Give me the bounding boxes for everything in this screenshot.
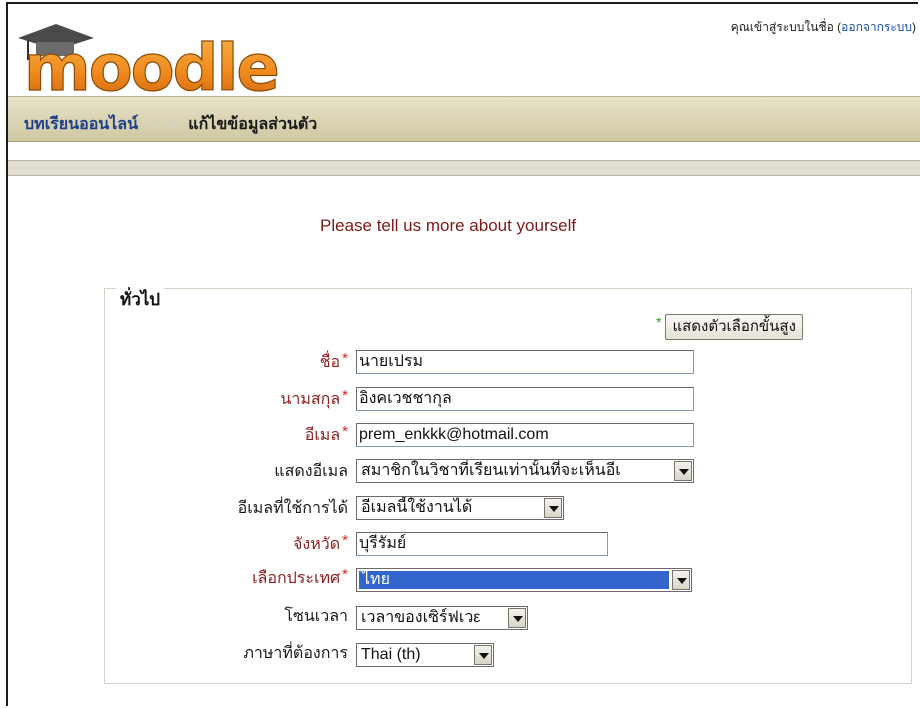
required-star-icon: * xyxy=(342,532,348,549)
breadcrumb-current: แก้ไขข้อมูลส่วนตัว xyxy=(188,116,318,133)
required-star-icon: * xyxy=(342,350,348,367)
email-label-text: อีเมล xyxy=(304,427,341,444)
lang-select[interactable]: Thai (th) xyxy=(356,643,494,667)
breadcrumb-home-link[interactable]: บทเรียนออนไลน์ xyxy=(24,116,138,133)
login-text: คุณเข้าสู่ระบบในชื่อ ( xyxy=(730,20,842,34)
city-label-text: จังหวัด xyxy=(293,536,341,553)
breadcrumb: บทเรียนออนไลน์ ► ► แก้ไขข้อมูลส่วนตัว xyxy=(24,112,317,137)
country-label: เลือกประเทศ * xyxy=(252,566,348,591)
logout-link[interactable]: ออกจากระบบ xyxy=(841,20,912,34)
advanced-options: * แสดงตัวเลือกขั้นสูง xyxy=(656,314,803,340)
show-advanced-button[interactable]: แสดงตัวเลือกขั้นสูง xyxy=(665,314,803,340)
advanced-star-icon: * xyxy=(656,314,662,330)
country-value: ไทย xyxy=(359,571,669,589)
lastname-label: นามสกุล * xyxy=(280,387,348,412)
required-star-icon: * xyxy=(342,423,348,440)
country-label-text: เลือกประเทศ xyxy=(252,570,341,587)
dropdown-arrow-icon[interactable] xyxy=(674,461,692,481)
dropdown-arrow-icon[interactable] xyxy=(544,498,562,518)
lastname-label-text: นามสกุล xyxy=(280,391,341,408)
svg-text:moodle: moodle xyxy=(24,32,278,96)
timezone-value: เวลาของเซิร์ฟเวε xyxy=(361,609,481,626)
lastname-input[interactable]: อิงคเวชชากุล xyxy=(356,387,694,411)
lang-label: ภาษาที่ต้องการ xyxy=(243,645,348,662)
city-input[interactable]: บุรีรัมย์ xyxy=(356,532,608,556)
dropdown-arrow-icon[interactable] xyxy=(508,608,526,628)
dropdown-arrow-icon[interactable] xyxy=(474,645,492,665)
maildisplay-value: สมาชิกในวิชาที่เรียนเท่านั้นที่จะเห็นอีเ xyxy=(361,462,621,479)
navbar: บทเรียนออนไลน์ ► ► แก้ไขข้อมูลส่วนตัว xyxy=(8,96,920,142)
site-header: moodle คุณเข้าสู่ระบบในชื่อ (ออกจากระบบ) xyxy=(8,4,920,96)
maildisplay-select[interactable]: สมาชิกในวิชาที่เรียนเท่านั้นที่จะเห็นอีเ xyxy=(356,459,694,483)
lang-value: Thai (th) xyxy=(361,646,421,663)
timezone-select[interactable]: เวลาของเซิร์ฟเวε xyxy=(356,606,528,630)
required-star-icon: * xyxy=(342,387,348,404)
firstname-input[interactable]: นายเปรม xyxy=(356,350,694,374)
maildisplay-label: แสดงอีเมล xyxy=(274,463,348,480)
moodle-logo[interactable]: moodle xyxy=(16,16,346,96)
country-select[interactable]: ไทย xyxy=(356,568,692,592)
login-info: คุณเข้าสู่ระบบในชื่อ (ออกจากระบบ) xyxy=(731,18,916,37)
firstname-label-text: ชื่อ xyxy=(319,354,341,371)
email-input[interactable]: prem_enkkk@hotmail.com xyxy=(356,423,694,447)
intro-text: Please tell us more about yourself xyxy=(320,216,577,235)
emailstop-value: อีเมลนี้ใช้งานได้ xyxy=(361,499,473,516)
fieldset-legend: ทั่วไป xyxy=(116,286,165,313)
firstname-label: ชื่อ * xyxy=(320,350,348,375)
emailstop-select[interactable]: อีเมลนี้ใช้งานได้ xyxy=(356,496,564,520)
required-star-icon: * xyxy=(342,566,348,583)
dropdown-arrow-icon[interactable] xyxy=(672,570,690,590)
emailstop-label: อีเมลที่ใช้การได้ xyxy=(237,500,348,517)
timezone-label: โซนเวลา xyxy=(284,608,348,625)
city-label: จังหวัด * xyxy=(293,532,348,557)
breadcrumb-separator-icon: ► ► xyxy=(148,117,178,132)
login-close: ) xyxy=(912,20,916,34)
email-label: อีเมล * xyxy=(305,423,348,448)
divider-bar xyxy=(8,160,920,176)
